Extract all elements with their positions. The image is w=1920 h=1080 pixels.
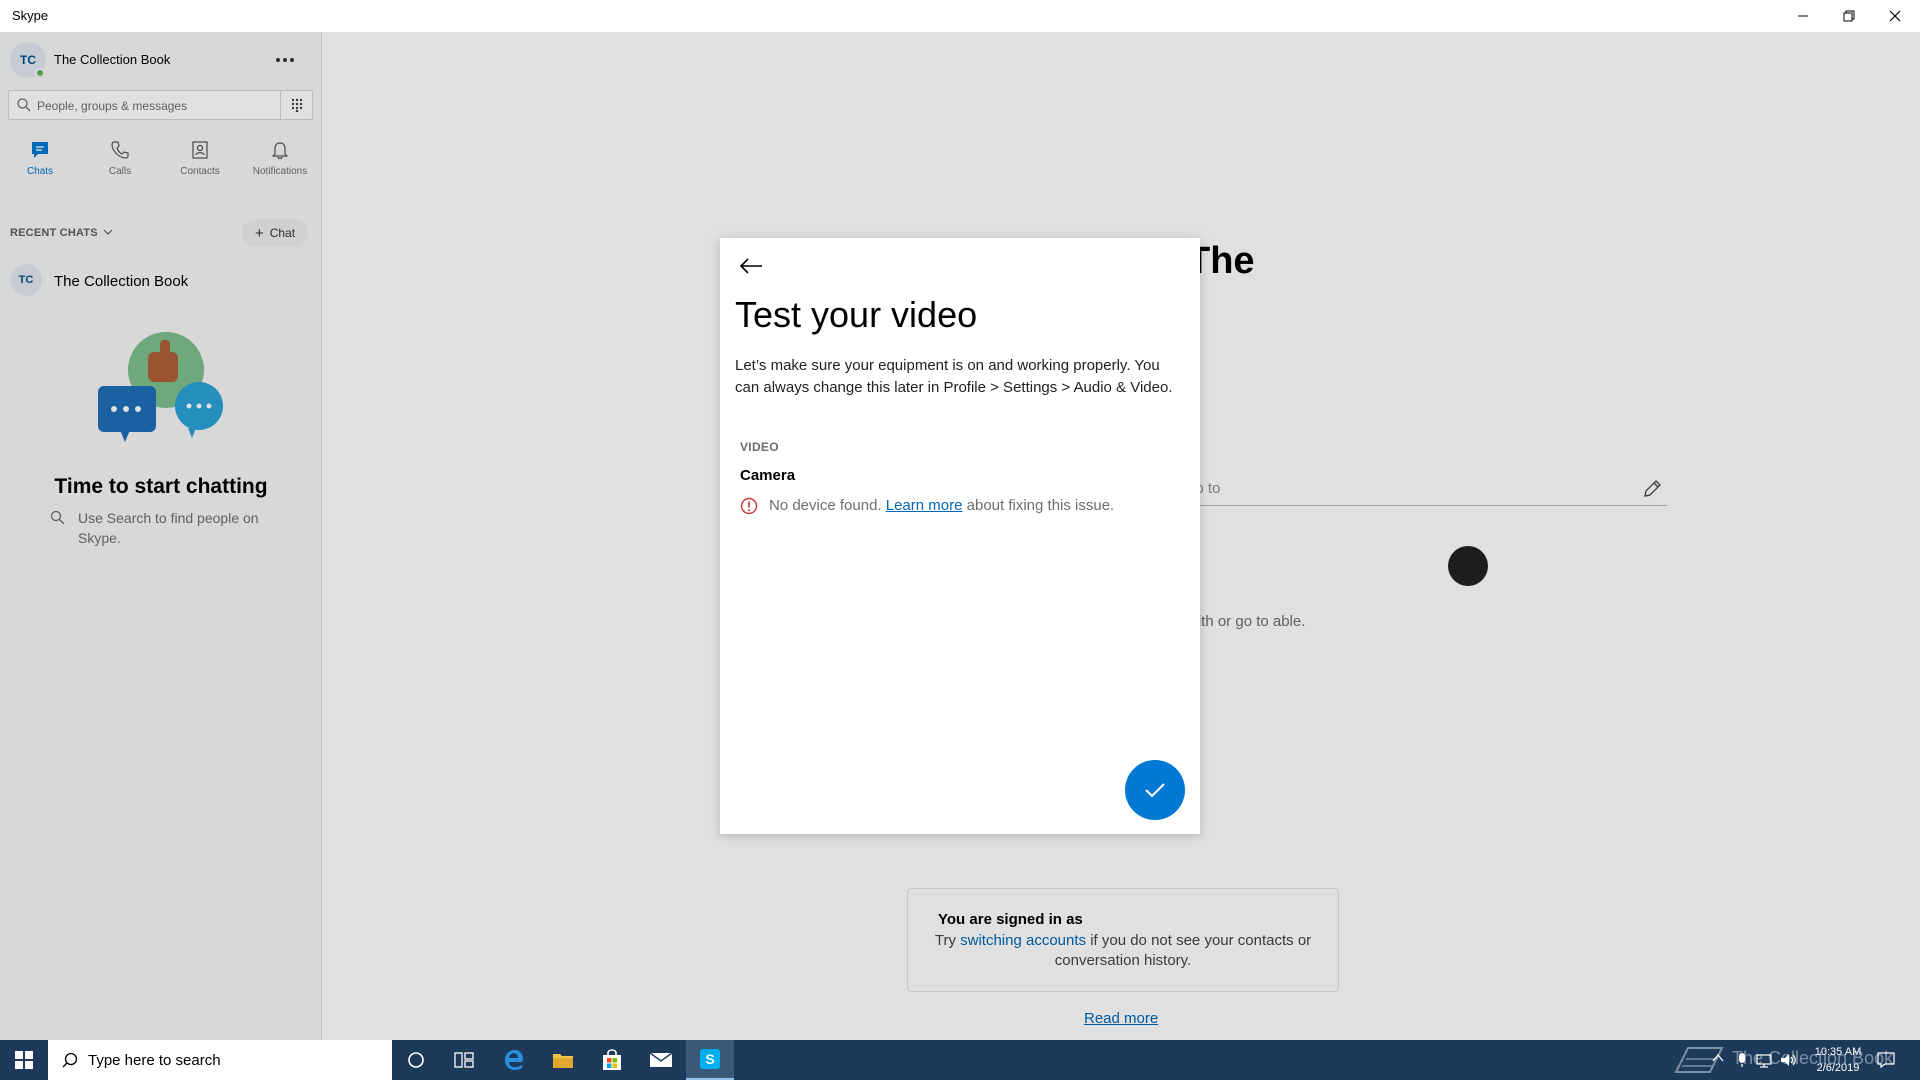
dialog-description: Let’s make sure your equipment is on and… (735, 357, 1173, 396)
chevron-up-icon[interactable] (1712, 1052, 1724, 1064)
action-center-icon[interactable] (1877, 1052, 1895, 1068)
skype-taskbar-button[interactable]: S (686, 1040, 734, 1080)
back-arrow-icon (739, 258, 762, 274)
taskbar-search-placeholder: Type here to search (88, 1052, 221, 1069)
cortana-button[interactable] (392, 1040, 440, 1080)
clock-date: 2/6/2019 (1816, 1062, 1860, 1074)
clock-time: 10:35 AM (1814, 1046, 1862, 1058)
learn-more-link[interactable]: Learn more (886, 497, 963, 514)
close-button[interactable] (1872, 0, 1918, 32)
camera-error: No device found. Learn more about fixing… (740, 496, 1180, 516)
mail-icon (649, 1052, 673, 1067)
camera-label: Camera (740, 467, 796, 484)
volume-icon[interactable] (1780, 1052, 1798, 1068)
checkmark-icon (1145, 783, 1165, 798)
app-title: Skype (12, 8, 49, 23)
minimize-button[interactable] (1780, 0, 1826, 32)
store-bag-icon (603, 1049, 621, 1070)
cortana-icon (408, 1052, 424, 1068)
task-view-icon (454, 1052, 474, 1068)
error-suffix: about fixing this issue. (962, 497, 1115, 514)
close-icon (1889, 10, 1901, 22)
restore-button[interactable] (1826, 0, 1872, 32)
windows-taskbar: Type here to search S The Collection Boo… (0, 1040, 1920, 1080)
microphone-icon[interactable] (1736, 1052, 1748, 1068)
restore-icon (1843, 10, 1855, 22)
svg-text:S: S (705, 1051, 714, 1067)
edge-button[interactable] (490, 1040, 538, 1080)
video-section-label: VIDEO (740, 440, 779, 454)
start-button[interactable] (0, 1040, 48, 1080)
test-video-dialog: Test your video Let’s make sure your equ… (720, 238, 1200, 834)
windows-logo-icon (15, 1051, 33, 1069)
folder-icon (553, 1054, 573, 1068)
file-explorer-button[interactable] (539, 1040, 587, 1080)
edge-icon (505, 1050, 523, 1070)
skype-icon: S (700, 1049, 720, 1069)
search-icon (62, 1052, 78, 1068)
taskbar-search-box[interactable]: Type here to search (48, 1040, 392, 1080)
task-view-button[interactable] (440, 1040, 488, 1080)
store-button[interactable] (588, 1040, 636, 1080)
error-prefix: No device found. (769, 497, 886, 514)
back-button[interactable] (738, 256, 764, 276)
dialog-title: Test your video (735, 294, 978, 335)
network-icon[interactable] (1756, 1052, 1774, 1068)
system-clock[interactable]: 10:35 AM 2/6/2019 (1810, 1044, 1866, 1076)
done-button[interactable] (1125, 760, 1185, 820)
title-bar: Skype (0, 0, 1920, 32)
minimize-icon (1798, 15, 1808, 17)
error-icon (740, 497, 758, 515)
mail-button[interactable] (637, 1040, 685, 1080)
error-message: No device found. Learn more about fixing… (769, 497, 1114, 514)
